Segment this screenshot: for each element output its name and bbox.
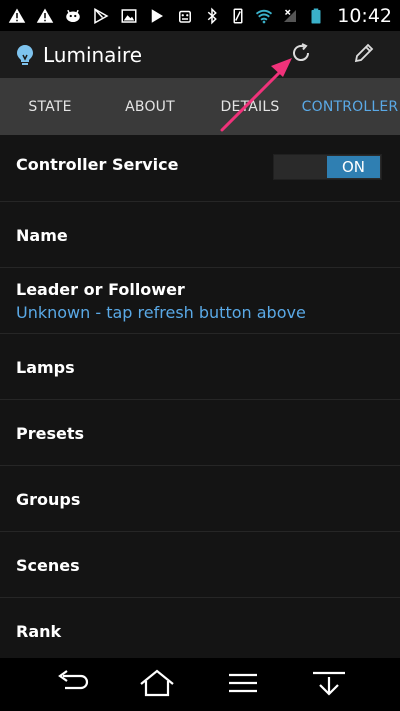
pull-down-icon: [309, 668, 349, 702]
bluetooth-icon: [203, 6, 221, 25]
tab-state[interactable]: STATE: [0, 78, 100, 135]
refresh-icon: [289, 41, 313, 69]
warning-icon: [8, 7, 26, 25]
leader-follower-row[interactable]: Leader or Follower Unknown - tap refresh…: [0, 268, 400, 334]
back-button[interactable]: [41, 665, 101, 705]
image-icon: [120, 7, 138, 25]
menu-button[interactable]: [213, 665, 273, 705]
notifications-button[interactable]: [299, 665, 359, 705]
edit-button[interactable]: [334, 31, 394, 78]
presets-row[interactable]: Presets: [0, 400, 400, 466]
vibrate-icon: [229, 7, 247, 25]
rank-label: Rank: [16, 622, 62, 641]
lightbulb-icon[interactable]: [12, 42, 38, 68]
lamps-label: Lamps: [16, 358, 75, 377]
home-button[interactable]: [127, 665, 187, 705]
leader-follower-value: Unknown - tap refresh button above: [16, 303, 306, 322]
controller-service-label: Controller Service: [16, 155, 179, 174]
leader-follower-label: Leader or Follower: [16, 280, 185, 299]
system-icons: 10:42: [203, 5, 392, 27]
status-bar: 10:42: [0, 0, 400, 31]
play-store-icon: [92, 7, 110, 25]
refresh-button[interactable]: [276, 31, 326, 78]
groups-label: Groups: [16, 490, 81, 509]
menu-icon: [223, 668, 263, 702]
rank-row[interactable]: Rank: [0, 598, 400, 658]
app-title: Luminaire: [43, 42, 143, 67]
battery-icon: [307, 7, 325, 25]
tab-bar: STATE ABOUT DETAILS CONTROLLER: [0, 78, 400, 135]
wifi-icon: [255, 7, 273, 25]
navigation-bar: [0, 658, 400, 711]
warning-icon: [36, 7, 54, 25]
tab-controller[interactable]: CONTROLLER: [300, 78, 400, 135]
scenes-row[interactable]: Scenes: [0, 532, 400, 598]
controller-service-row: Controller Service ON: [0, 135, 400, 202]
home-icon: [137, 668, 177, 702]
scenes-label: Scenes: [16, 556, 80, 575]
name-row[interactable]: Name: [0, 202, 400, 268]
toggle-on-state: ON: [327, 156, 380, 178]
action-bar-actions: [276, 31, 400, 78]
tab-details[interactable]: DETAILS: [200, 78, 300, 135]
clock: 10:42: [337, 4, 392, 27]
controller-service-toggle[interactable]: ON: [273, 154, 382, 180]
name-label: Name: [16, 226, 68, 245]
action-bar: Luminaire: [0, 31, 400, 78]
robot-icon: [176, 7, 194, 25]
play-icon: [148, 7, 166, 25]
no-signal-icon: [281, 7, 299, 25]
presets-label: Presets: [16, 424, 85, 443]
tab-about[interactable]: ABOUT: [100, 78, 200, 135]
controller-panel: Controller Service ON Name Leader or Fol…: [0, 135, 400, 658]
lamps-row[interactable]: Lamps: [0, 334, 400, 400]
pencil-icon: [352, 41, 376, 69]
groups-row[interactable]: Groups: [0, 466, 400, 532]
back-icon: [51, 668, 91, 702]
android-icon: [64, 7, 82, 25]
notification-icons: [8, 7, 194, 25]
